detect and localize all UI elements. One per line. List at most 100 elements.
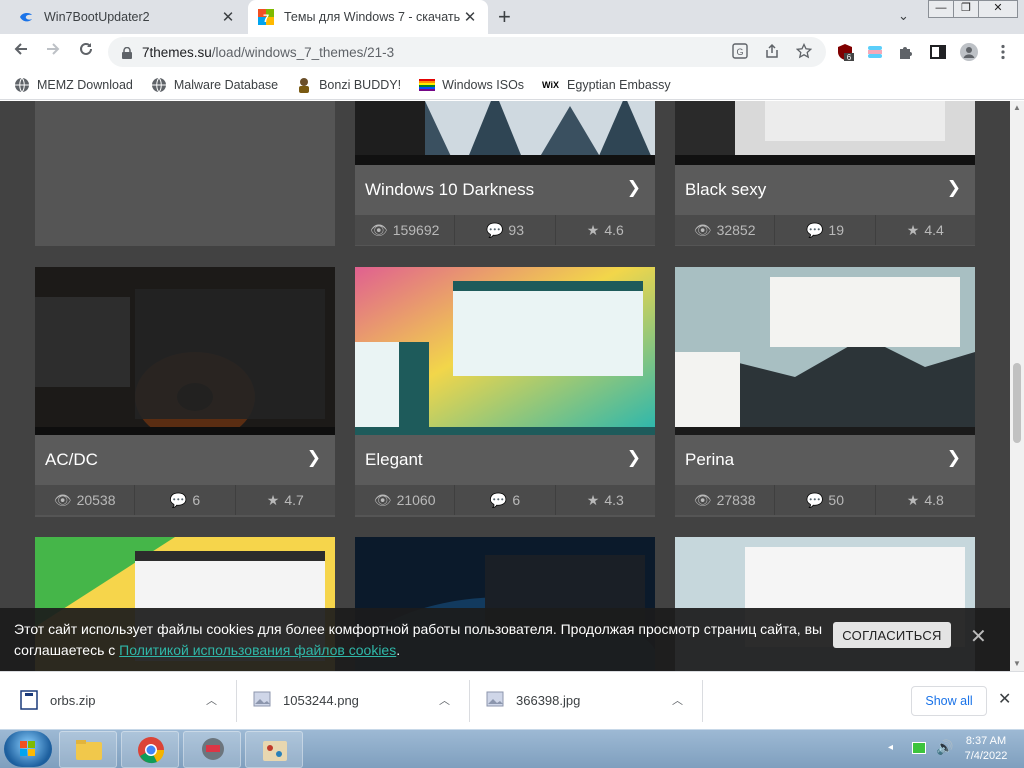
translate-icon[interactable]: G (732, 43, 748, 62)
theme-thumbnail[interactable] (675, 101, 975, 165)
tab-strip: Win7BootUpdater2 ✕ 7 Темы для Windows 7 … (0, 0, 1024, 34)
comments-stat: 💬 19 (775, 215, 876, 245)
eye-icon: 👁 (53, 491, 72, 508)
taskbar-explorer[interactable] (59, 731, 117, 768)
tab-close-icon[interactable]: ✕ (462, 8, 478, 26)
url-text[interactable]: 7themes.su/load/windows_7_themes/21-3 (142, 45, 394, 60)
theme-thumbnail[interactable] (355, 101, 655, 165)
theme-card[interactable]: Elegant ❯ 👁 21060 💬 6 ★ 4.3 (355, 267, 655, 517)
theme-title-link[interactable]: Windows 10 Darkness ❯ (355, 165, 655, 215)
start-button[interactable] (4, 731, 52, 767)
cookie-policy-link[interactable]: Политикой использования файлов cookies (119, 642, 396, 658)
image-file-icon (486, 690, 504, 710)
globe-icon (14, 77, 30, 93)
windows-taskbar: ◂ 🔊 8:37 AM 7/4/2022 (0, 729, 1024, 768)
rating-stat: ★ 4.7 (266, 491, 304, 509)
chevron-right-icon: ❯ (946, 178, 961, 197)
star-icon: ★ (906, 221, 920, 238)
bookmark-star-icon[interactable] (795, 42, 813, 62)
page-scrollbar[interactable]: ▲ ▼ (1010, 101, 1024, 671)
download-item[interactable]: orbs.zip ︿ (20, 685, 220, 715)
chevron-right-icon: ❯ (626, 448, 641, 467)
zip-file-icon (20, 690, 38, 710)
page-content: Windows 10 Darkness ❯ 👁 159692 💬 93 ★ 4.6 B… (0, 101, 1010, 671)
eye-icon: 👁 (369, 221, 388, 238)
theme-title-link[interactable]: Perina ❯ (675, 435, 975, 485)
theme-card[interactable]: AC/DC ❯ 👁 20538 💬 6 ★ 4.7 (35, 267, 335, 517)
chevron-right-icon: ❯ (306, 448, 321, 467)
theme-title-link[interactable]: Elegant ❯ (355, 435, 655, 485)
theme-stats: 👁 20538 💬 6 ★ 4.7 (35, 485, 335, 515)
chrome-menu-icon[interactable] (994, 43, 1012, 61)
lock-icon[interactable] (122, 46, 132, 59)
forward-arrow-icon[interactable] (44, 40, 62, 63)
taskbar-app[interactable] (183, 731, 241, 768)
accept-cookies-button[interactable]: СОГЛАСИТЬСЯ (833, 622, 951, 648)
scroll-down-arrow-icon[interactable]: ▼ (1013, 659, 1021, 668)
bookmark-bonzi-buddy[interactable]: Bonzi BUDDY! (296, 77, 401, 93)
theme-title-link[interactable]: Black sexy ❯ (675, 165, 975, 215)
paint-app-icon (263, 741, 287, 761)
minimize-button[interactable]: — (928, 0, 954, 18)
cookie-text: Этот сайт использует файлы cookies для б… (14, 621, 823, 658)
tab-search-chevron-icon[interactable]: ⌄ (898, 8, 909, 24)
theme-card-placeholder (35, 101, 335, 246)
puzzle-extensions-icon[interactable] (897, 43, 915, 61)
restore-button[interactable]: ❐ (953, 0, 979, 18)
tab-close-icon[interactable]: ✕ (220, 8, 236, 26)
back-arrow-icon[interactable] (12, 40, 30, 63)
profile-avatar-icon[interactable] (960, 43, 978, 61)
new-tab-button[interactable]: + (498, 4, 511, 30)
address-bar[interactable]: 7themes.su/load/windows_7_themes/21-3 G (108, 37, 826, 67)
ublock-extension-icon[interactable]: 6 (836, 43, 854, 62)
taskbar-chrome[interactable] (121, 731, 179, 768)
chevron-up-icon[interactable]: ︿ (672, 692, 683, 708)
theme-title-link[interactable]: AC/DC ❯ (35, 435, 335, 485)
bookmark-memz-download[interactable]: MEMZ Download (14, 77, 133, 93)
scrollbar-thumb[interactable] (1013, 363, 1021, 443)
star-icon: ★ (586, 491, 600, 508)
comments-stat: 💬 50 (775, 485, 876, 515)
comment-icon: 💬 (485, 221, 504, 238)
close-window-button[interactable]: ✕ (978, 0, 1018, 18)
scroll-up-arrow-icon[interactable]: ▲ (1013, 103, 1021, 112)
windows-logo-icon (20, 741, 35, 756)
download-item[interactable]: 366398.jpg ︿ (486, 685, 686, 715)
theme-card[interactable]: Black sexy ❯ 👁 32852 💬 19 ★ 4.4 (675, 101, 975, 246)
star-icon: ★ (586, 221, 600, 238)
comment-icon: 💬 (805, 221, 824, 238)
theme-thumbnail[interactable] (355, 267, 655, 435)
reload-icon[interactable] (77, 40, 95, 63)
extension-icon[interactable] (866, 43, 884, 61)
theme-thumbnail[interactable] (35, 267, 335, 435)
show-all-button[interactable]: Show all (911, 686, 987, 716)
comments-stat: 💬 93 (455, 215, 556, 245)
theme-card[interactable]: Windows 10 Darkness ❯ 👁 159692 💬 93 ★ 4.6 (355, 101, 655, 246)
network-icon[interactable] (912, 742, 926, 754)
taskbar-app[interactable] (245, 731, 303, 768)
wix-icon: WiX (542, 79, 559, 90)
theme-card[interactable]: Perina ❯ 👁 27838 💬 50 ★ 4.8 (675, 267, 975, 517)
tab-win7bootupdater[interactable]: Win7BootUpdater2 ✕ (8, 0, 246, 34)
bookmark-malware-database[interactable]: Malware Database (151, 77, 278, 93)
cookie-close-icon[interactable]: ✕ (970, 624, 987, 649)
share-icon[interactable] (764, 43, 780, 62)
views-stat: 👁 27838 (675, 485, 776, 515)
svg-text:G: G (736, 47, 743, 57)
comment-icon: 💬 (805, 491, 824, 508)
tray-chevron-icon[interactable]: ◂ (888, 742, 893, 753)
bookmark-egyptian-embassy[interactable]: WiX Egyptian Embassy (542, 77, 671, 93)
side-panel-icon[interactable] (929, 43, 947, 61)
comments-stat: 💬 6 (455, 485, 556, 515)
downloads-close-icon[interactable]: ✕ (998, 689, 1011, 709)
chevron-up-icon[interactable]: ︿ (206, 692, 217, 708)
taskbar-clock[interactable]: 8:37 AM 7/4/2022 (958, 734, 1014, 764)
tab-7themes[interactable]: 7 Темы для Windows 7 - скачать т ✕ (248, 0, 488, 34)
chevron-up-icon[interactable]: ︿ (439, 692, 450, 708)
theme-thumbnail[interactable] (675, 267, 975, 435)
folder-icon (76, 740, 102, 760)
rating-stat: ★ 4.8 (906, 491, 944, 509)
download-item[interactable]: 1053244.png ︿ (253, 685, 453, 715)
volume-icon[interactable]: 🔊 (936, 739, 953, 756)
bookmark-windows-isos[interactable]: Windows ISOs (419, 77, 524, 93)
